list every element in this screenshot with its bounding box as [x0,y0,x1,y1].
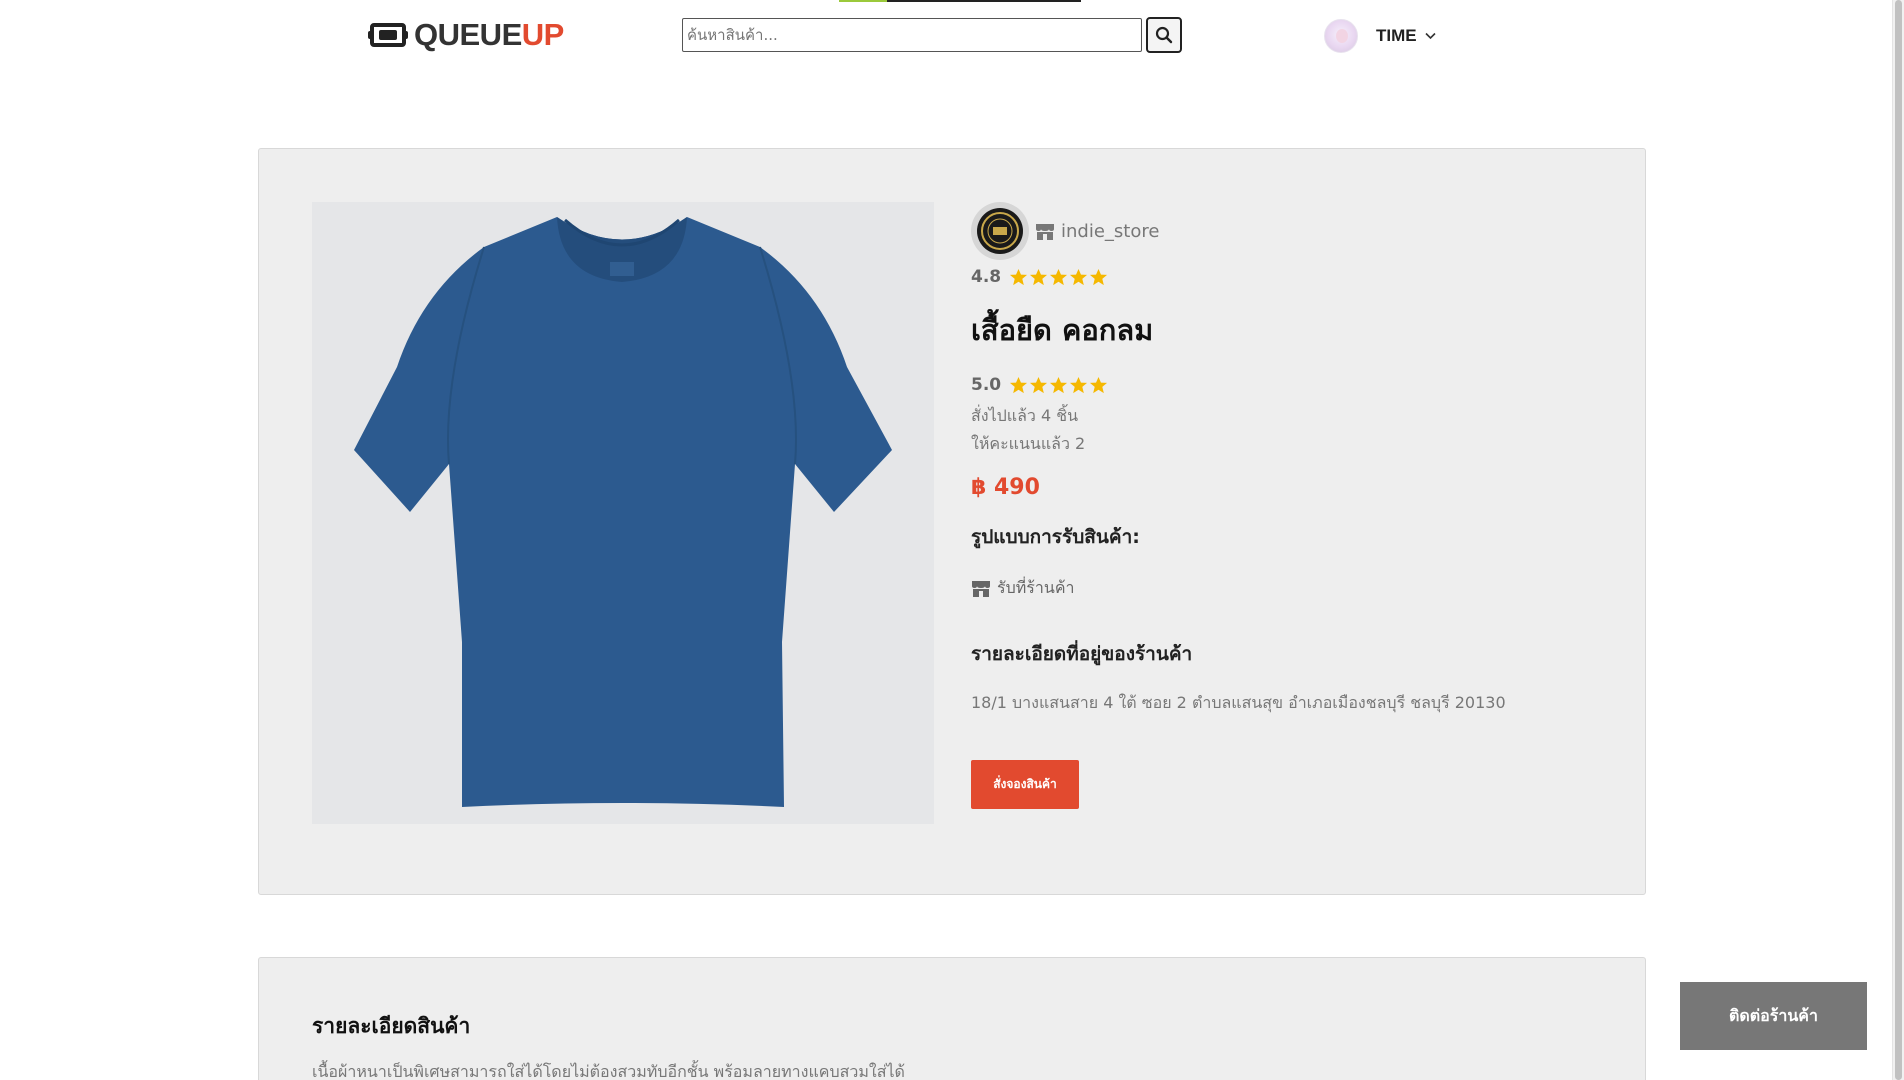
address-heading: รายละเอียดที่อยู่ของร้านค้า [971,643,1193,665]
description-text: เนื้อผ้าหนาเป็นพิเศษสามารถใส่ได้โดยไม่ต้… [312,1062,905,1080]
scrollbar[interactable] [1892,0,1904,1080]
store-icon [972,581,990,597]
ordered-count: สั่งไปแล้ว 4 ชิ้น [971,406,1079,425]
star-icon [1010,376,1028,393]
store-logo[interactable] [971,202,1029,260]
product-card: indie_store 4.8 เสื้อยืด คอกลม 5.0 สั่งไ… [258,148,1646,895]
product-image [312,202,934,824]
store-name: indie_store [1061,220,1160,242]
logo-wordmark: QUEUEUP [414,17,564,52]
search-input[interactable] [682,18,1142,52]
search-icon [1155,26,1173,44]
star-icon [1070,268,1088,285]
rated-count: ให้คะแนนแล้ว 2 [971,434,1086,453]
store-row: indie_store [971,201,1611,261]
product-rating-value: 5.0 [971,375,1002,395]
site-header: QUEUEUP TIME [0,0,1904,72]
user-menu[interactable]: TIME [1324,19,1436,53]
star-icon [1030,376,1048,393]
pickup-heading: รูปแบบการรับสินค้า: [971,526,1140,548]
star-icon [1090,376,1108,393]
product-price: ฿ 490 [971,475,1040,500]
site-logo[interactable]: QUEUEUP [368,17,564,52]
avatar[interactable] [1324,19,1358,53]
store-rating-stars [1009,268,1108,287]
star-icon [1050,376,1068,393]
product-rating-stars [1009,376,1108,395]
ticket-icon [368,23,408,47]
contact-store-button[interactable]: ติดต่อร้านค้า [1680,982,1867,1050]
product-rating: 5.0 [971,373,1611,397]
chevron-down-icon [1425,32,1436,40]
search-button[interactable] [1146,17,1182,53]
star-icon [1030,268,1048,285]
user-name: TIME [1376,26,1417,45]
store-badge-icon [977,208,1023,254]
store-rating-value: 4.8 [971,267,1002,287]
description-heading: รายละเอียดสินค้า [312,1014,471,1038]
star-icon [1050,268,1068,285]
product-info: indie_store 4.8 เสื้อยืด คอกลม 5.0 สั่งไ… [971,201,1611,809]
user-menu-toggle[interactable]: TIME [1376,26,1436,46]
search-bar [682,17,1182,53]
star-icon [1010,268,1028,285]
order-button[interactable]: สั่งจองสินค้า [971,760,1079,809]
star-icon [1070,376,1088,393]
star-icon [1090,268,1108,285]
description-card: รายละเอียดสินค้า เนื้อผ้าหนาเป็นพิเศษสาม… [258,957,1646,1080]
scrollbar-thumb[interactable] [1895,0,1902,1080]
store-icon [1036,223,1054,240]
product-title: เสื้อยืด คอกลม [971,313,1154,347]
store-address: 18/1 บางแสนสาย 4 ใต้ ซอย 2 ตำบลแสนสุข อำ… [971,693,1506,712]
store-rating: 4.8 [971,265,1611,289]
pickup-option: รับที่ร้านค้า [971,576,1611,601]
pickup-option-label: รับที่ร้านค้า [997,578,1075,597]
store-link[interactable]: indie_store [1035,221,1159,242]
tshirt-image [354,217,892,807]
